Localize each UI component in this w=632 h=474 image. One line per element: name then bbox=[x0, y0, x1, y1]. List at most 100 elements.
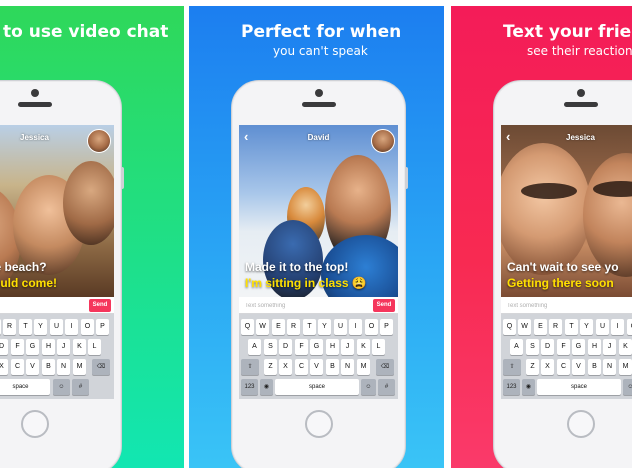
key[interactable]: Y bbox=[580, 319, 593, 335]
key[interactable]: Q bbox=[241, 319, 254, 335]
key[interactable]: U bbox=[50, 319, 63, 335]
key[interactable]: H bbox=[588, 339, 601, 355]
key[interactable]: R bbox=[549, 319, 562, 335]
contact-avatar[interactable] bbox=[371, 129, 395, 153]
microphone-icon[interactable]: ◉ bbox=[522, 379, 535, 395]
key[interactable]: F bbox=[11, 339, 24, 355]
key[interactable]: I bbox=[349, 319, 362, 335]
key[interactable]: Y bbox=[34, 319, 47, 335]
key[interactable]: X bbox=[0, 359, 8, 375]
key[interactable]: Q bbox=[503, 319, 516, 335]
key[interactable]: V bbox=[572, 359, 585, 375]
key[interactable]: M bbox=[357, 359, 370, 375]
message-input[interactable] bbox=[245, 300, 357, 311]
message-input[interactable] bbox=[507, 300, 619, 311]
key[interactable]: F bbox=[557, 339, 570, 355]
space-key[interactable]: space bbox=[0, 379, 50, 395]
phone-screen: ‹ Jessica Can't wait to see yo Getting t… bbox=[501, 125, 632, 399]
key[interactable]: N bbox=[57, 359, 70, 375]
key[interactable]: Y bbox=[318, 319, 331, 335]
numbers-key[interactable]: 123 bbox=[503, 379, 520, 395]
key[interactable]: U bbox=[596, 319, 609, 335]
emoji-icon[interactable]: ☺ bbox=[361, 379, 376, 395]
backspace-icon[interactable]: ⌫ bbox=[92, 359, 110, 375]
key[interactable]: E bbox=[272, 319, 285, 335]
key[interactable]: F bbox=[295, 339, 308, 355]
emoji-icon[interactable]: ☺ bbox=[53, 379, 70, 395]
message-input-bar bbox=[501, 297, 632, 314]
key[interactable]: E bbox=[0, 319, 1, 335]
key[interactable]: E bbox=[534, 319, 547, 335]
key[interactable]: L bbox=[88, 339, 101, 355]
key[interactable]: K bbox=[357, 339, 370, 355]
emoji-icon[interactable]: ☺ bbox=[623, 379, 632, 395]
key[interactable]: N bbox=[341, 359, 354, 375]
space-key[interactable]: space bbox=[275, 379, 359, 395]
key[interactable]: L bbox=[372, 339, 385, 355]
chat-message-highlighted: I'm sitting in class 😩 bbox=[245, 276, 367, 290]
contact-avatar[interactable] bbox=[87, 129, 111, 153]
key[interactable]: T bbox=[303, 319, 316, 335]
key[interactable]: C bbox=[11, 359, 24, 375]
key[interactable]: R bbox=[3, 319, 16, 335]
shift-icon[interactable]: ⇧ bbox=[241, 359, 259, 375]
key[interactable]: R bbox=[287, 319, 300, 335]
key[interactable]: T bbox=[19, 319, 32, 335]
key[interactable]: A bbox=[248, 339, 261, 355]
send-button[interactable]: Send bbox=[89, 299, 111, 312]
key[interactable]: O bbox=[627, 319, 632, 335]
key[interactable]: V bbox=[26, 359, 39, 375]
key[interactable]: A bbox=[510, 339, 523, 355]
space-key[interactable]: space bbox=[537, 379, 621, 395]
key[interactable]: T bbox=[565, 319, 578, 335]
key[interactable]: P bbox=[380, 319, 393, 335]
key[interactable]: X bbox=[541, 359, 554, 375]
key[interactable]: W bbox=[256, 319, 269, 335]
key[interactable]: J bbox=[57, 339, 70, 355]
key[interactable]: K bbox=[73, 339, 86, 355]
key[interactable]: X bbox=[279, 359, 292, 375]
key[interactable]: M bbox=[73, 359, 86, 375]
return-key[interactable]: # bbox=[378, 379, 395, 395]
key[interactable]: K bbox=[619, 339, 632, 355]
key[interactable]: I bbox=[65, 319, 78, 335]
key[interactable]: P bbox=[96, 319, 109, 335]
home-button[interactable] bbox=[567, 410, 595, 438]
key[interactable]: B bbox=[42, 359, 55, 375]
key[interactable]: S bbox=[526, 339, 539, 355]
key[interactable]: G bbox=[572, 339, 585, 355]
key[interactable]: D bbox=[279, 339, 292, 355]
return-key[interactable]: # bbox=[72, 379, 89, 395]
key[interactable]: C bbox=[557, 359, 570, 375]
key[interactable]: O bbox=[365, 319, 378, 335]
numbers-key[interactable]: 123 bbox=[241, 379, 258, 395]
key[interactable]: J bbox=[341, 339, 354, 355]
send-button[interactable]: Send bbox=[373, 299, 395, 312]
key[interactable]: U bbox=[334, 319, 347, 335]
key[interactable]: N bbox=[603, 359, 616, 375]
key[interactable]: B bbox=[588, 359, 601, 375]
backspace-icon[interactable]: ⌫ bbox=[376, 359, 394, 375]
key[interactable]: Z bbox=[264, 359, 277, 375]
key[interactable]: W bbox=[518, 319, 531, 335]
key[interactable]: B bbox=[326, 359, 339, 375]
key[interactable]: G bbox=[310, 339, 323, 355]
shift-icon[interactable]: ⇧ bbox=[503, 359, 521, 375]
key[interactable]: V bbox=[310, 359, 323, 375]
key[interactable]: M bbox=[619, 359, 632, 375]
key[interactable]: I bbox=[611, 319, 624, 335]
microphone-icon[interactable]: ◉ bbox=[260, 379, 273, 395]
key[interactable]: O bbox=[81, 319, 94, 335]
key[interactable]: D bbox=[541, 339, 554, 355]
key[interactable]: S bbox=[264, 339, 277, 355]
key[interactable]: H bbox=[326, 339, 339, 355]
key[interactable]: J bbox=[603, 339, 616, 355]
home-button[interactable] bbox=[305, 410, 333, 438]
key[interactable]: Z bbox=[526, 359, 539, 375]
home-button[interactable] bbox=[21, 410, 49, 438]
key[interactable]: H bbox=[42, 339, 55, 355]
message-input[interactable] bbox=[0, 300, 73, 311]
key[interactable]: G bbox=[26, 339, 39, 355]
key[interactable]: D bbox=[0, 339, 8, 355]
key[interactable]: C bbox=[295, 359, 308, 375]
